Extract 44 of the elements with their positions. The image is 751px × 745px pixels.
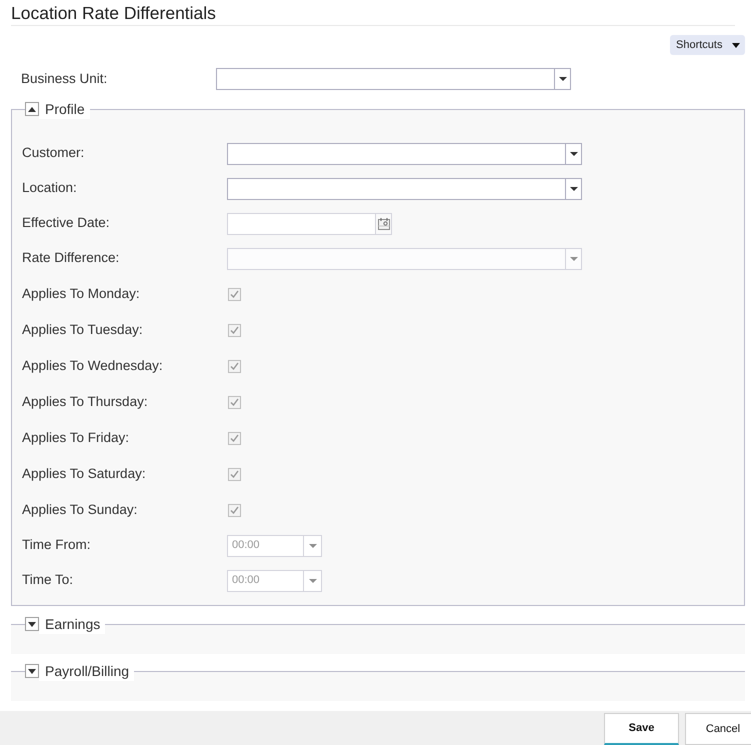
caret-down-icon xyxy=(570,186,578,190)
shortcuts-button[interactable]: Shortcuts xyxy=(670,35,745,55)
cancel-button[interactable]: Cancel xyxy=(685,713,751,745)
field-label: Business Unit: xyxy=(21,70,108,88)
field-label: Rate Difference: xyxy=(22,249,120,268)
dropdown-field[interactable] xyxy=(216,68,571,90)
date-field[interactable] xyxy=(227,212,392,234)
field-label: Customer: xyxy=(22,144,86,162)
field-label: Applies To Thursday: xyxy=(22,392,149,411)
caret-down-icon xyxy=(28,668,36,674)
checkmark-icon xyxy=(230,398,239,406)
caret-down-icon xyxy=(308,578,316,582)
checkmark-icon xyxy=(230,290,239,298)
caret-down-icon xyxy=(732,42,740,48)
caret-down-icon xyxy=(570,152,578,156)
caret-down-icon xyxy=(558,77,566,81)
field-label: Time From: xyxy=(22,536,92,554)
field-label: Time To: xyxy=(22,571,74,590)
caret-down-icon xyxy=(28,622,36,626)
caret-up-icon xyxy=(28,106,36,112)
checkmark-icon xyxy=(230,326,239,334)
page-title: Location Rate Differentials xyxy=(11,2,216,24)
field-label: Applies To Monday: xyxy=(22,284,141,303)
field-label: Location: xyxy=(22,179,78,198)
save-button[interactable]: Save xyxy=(604,713,679,745)
checkmark-icon xyxy=(230,506,239,514)
checkmark-icon xyxy=(230,434,239,442)
dropdown-field[interactable] xyxy=(227,142,582,164)
field-label: Applies To Tuesday: xyxy=(22,320,144,339)
field-label: Applies To Friday: xyxy=(22,428,130,447)
calendar-button[interactable] xyxy=(375,214,391,234)
caret-down-icon xyxy=(308,544,316,548)
checkmark-icon xyxy=(230,362,239,370)
field-label: Applies To Wednesday: xyxy=(22,356,164,375)
section-toggle[interactable] xyxy=(25,102,39,116)
caret-down-icon xyxy=(570,256,578,260)
checkmark-icon xyxy=(230,470,239,478)
field-label: Effective Date: xyxy=(22,214,111,232)
section-toggle[interactable] xyxy=(25,664,39,678)
dropdown-field[interactable] xyxy=(227,178,582,200)
field-label: Applies To Sunday: xyxy=(22,500,138,519)
field-label: Applies To Saturday: xyxy=(22,464,147,483)
section-toggle[interactable] xyxy=(25,617,39,631)
calendar-icon xyxy=(378,218,390,230)
